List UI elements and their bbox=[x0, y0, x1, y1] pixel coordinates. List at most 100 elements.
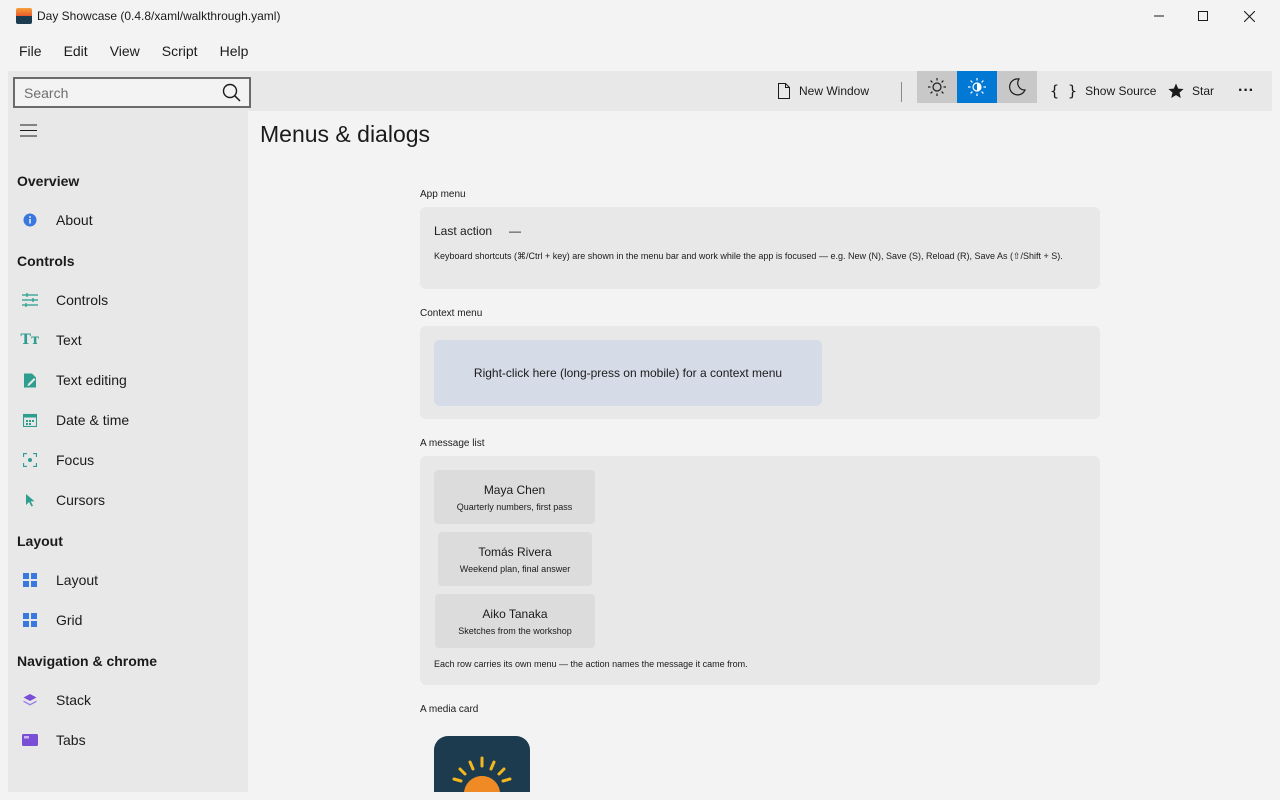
context-menu-target[interactable]: Right-click here (long-press on mobile) … bbox=[434, 340, 822, 406]
message-subject: Quarterly numbers, first pass bbox=[456, 502, 573, 512]
sun-icon bbox=[928, 78, 946, 96]
menu-file[interactable]: File bbox=[8, 38, 53, 66]
star-icon bbox=[1168, 83, 1184, 98]
new-window-button[interactable]: New Window bbox=[777, 71, 869, 111]
calendar-icon bbox=[22, 412, 38, 428]
text-icon: Tт bbox=[20, 332, 40, 348]
last-action-value: — bbox=[509, 224, 521, 238]
page-title: Menus & dialogs bbox=[260, 121, 431, 147]
star-button[interactable]: Star bbox=[1168, 71, 1214, 111]
dark-theme-button[interactable] bbox=[997, 71, 1037, 103]
sidebar-item-tabs[interactable]: Tabs bbox=[8, 722, 248, 758]
window-title: Day Showcase (0.4.8/xaml/walkthrough.yam… bbox=[37, 9, 281, 23]
star-label: Star bbox=[1192, 84, 1215, 98]
new-window-label: New Window bbox=[799, 84, 870, 98]
sidebar-item-grid[interactable]: Grid bbox=[8, 602, 248, 638]
tabs-icon bbox=[22, 732, 38, 748]
sidebar-item-label: Date & time bbox=[56, 412, 130, 428]
menu-view[interactable]: View bbox=[99, 38, 151, 66]
menu-help[interactable]: Help bbox=[209, 38, 260, 66]
sidebar-item-layout[interactable]: Layout bbox=[8, 562, 248, 598]
section-label-message-list: A message list bbox=[420, 438, 485, 449]
sidebar-item-date-time[interactable]: Date & time bbox=[8, 402, 248, 438]
toolbar-divider bbox=[901, 82, 902, 102]
sidebar-item-label: Focus bbox=[56, 452, 95, 468]
brightness-icon bbox=[968, 78, 986, 96]
sidebar-item-label: About bbox=[56, 212, 93, 228]
section-label-media-card: A media card bbox=[420, 704, 479, 715]
maximize-button[interactable] bbox=[1180, 0, 1226, 32]
sidebar-item-focus[interactable]: Focus bbox=[8, 442, 248, 478]
cursor-icon bbox=[22, 492, 38, 508]
sidebar-item-label: Controls bbox=[56, 292, 109, 308]
close-icon bbox=[1243, 10, 1255, 22]
show-source-button[interactable]: { } Show Source bbox=[1050, 71, 1156, 111]
close-button[interactable] bbox=[1226, 0, 1272, 32]
nav-header-layout: Layout bbox=[17, 533, 63, 549]
stack-icon bbox=[22, 692, 38, 708]
context-menu-card: Right-click here (long-press on mobile) … bbox=[420, 326, 1100, 419]
moon-icon bbox=[1009, 78, 1026, 96]
message-sender: Maya Chen bbox=[483, 483, 546, 497]
info-icon bbox=[22, 212, 38, 228]
menu-edit[interactable]: Edit bbox=[53, 38, 99, 66]
message-list-card: Maya Chen Quarterly numbers, first pass … bbox=[420, 456, 1100, 685]
minimize-icon bbox=[1154, 15, 1164, 17]
nav-header-overview: Overview bbox=[17, 173, 80, 189]
auto-theme-button[interactable] bbox=[957, 71, 997, 103]
search-icon[interactable] bbox=[222, 83, 241, 102]
app-logo-icon bbox=[16, 8, 32, 24]
sidebar-item-about[interactable]: About bbox=[8, 202, 248, 238]
message-subject: Weekend plan, final answer bbox=[459, 564, 571, 574]
code-braces-icon: { } bbox=[1050, 82, 1078, 100]
shortcut-note: Keyboard shortcuts (⌘/Ctrl + key) are sh… bbox=[434, 251, 1063, 261]
more-options-button[interactable]: ··· bbox=[1238, 71, 1254, 111]
sidebar-item-text-editing[interactable]: Text editing bbox=[8, 362, 248, 398]
nav-header-controls: Controls bbox=[17, 253, 75, 269]
section-label-app-menu: App menu bbox=[420, 189, 466, 200]
hamburger-menu-icon[interactable] bbox=[20, 124, 37, 137]
sidebar-item-controls[interactable]: Controls bbox=[8, 282, 248, 318]
list-item[interactable]: Tomás Rivera Weekend plan, final answer bbox=[438, 532, 592, 586]
sliders-icon bbox=[22, 292, 38, 308]
toolbar: New Window bbox=[8, 71, 1272, 111]
sidebar-item-label: Text editing bbox=[56, 372, 127, 388]
show-source-label: Show Source bbox=[1085, 84, 1157, 98]
message-list-note: Each row carries its own menu — the acti… bbox=[434, 659, 748, 669]
list-item[interactable]: Maya Chen Quarterly numbers, first pass bbox=[434, 470, 595, 524]
maximize-icon bbox=[1198, 11, 1208, 21]
sidebar-item-cursors[interactable]: Cursors bbox=[8, 482, 248, 518]
search-box bbox=[13, 77, 251, 108]
last-action-label: Last action bbox=[434, 224, 493, 238]
message-sender: Aiko Tanaka bbox=[482, 607, 548, 621]
sidebar-item-label: Tabs bbox=[56, 732, 86, 748]
menu-script[interactable]: Script bbox=[151, 38, 209, 66]
sidebar-item-label: Text bbox=[56, 332, 82, 348]
app-menu-card: Last action — Keyboard shortcuts (⌘/Ctrl… bbox=[420, 207, 1100, 289]
sidebar-item-label: Cursors bbox=[56, 492, 106, 508]
minimize-button[interactable] bbox=[1136, 0, 1182, 32]
media-card-artwork[interactable] bbox=[434, 736, 530, 792]
sidebar-item-label: Grid bbox=[56, 612, 83, 628]
section-label-context-menu: Context menu bbox=[420, 308, 483, 319]
more-icon: ··· bbox=[1238, 82, 1254, 99]
message-subject: Sketches from the workshop bbox=[458, 626, 572, 636]
sunrise-icon bbox=[452, 756, 512, 792]
focus-icon bbox=[22, 452, 38, 468]
edit-icon bbox=[22, 372, 38, 388]
grid-icon bbox=[22, 612, 38, 628]
sidebar: Overview About Controls Controls Tт Text… bbox=[8, 111, 248, 792]
sidebar-item-label: Stack bbox=[56, 692, 92, 708]
list-item[interactable]: Aiko Tanaka Sketches from the workshop bbox=[435, 594, 595, 648]
new-document-icon bbox=[778, 83, 790, 99]
message-sender: Tomás Rivera bbox=[478, 545, 552, 559]
menu-bar: File Edit View Script Help bbox=[8, 38, 259, 66]
title-bar: Day Showcase (0.4.8/xaml/walkthrough.yam… bbox=[0, 0, 1280, 32]
light-theme-button[interactable] bbox=[917, 71, 957, 103]
layout-icon bbox=[22, 572, 38, 588]
nav-header-navigation: Navigation & chrome bbox=[17, 653, 158, 669]
search-input[interactable] bbox=[15, 79, 215, 106]
sidebar-item-text[interactable]: Tт Text bbox=[8, 322, 248, 358]
sidebar-item-label: Layout bbox=[56, 572, 99, 588]
sidebar-item-stack[interactable]: Stack bbox=[8, 682, 248, 718]
